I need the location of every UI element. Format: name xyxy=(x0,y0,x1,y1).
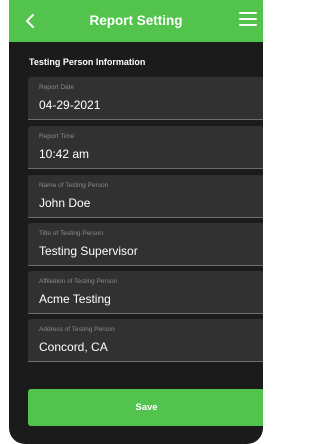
menu-button[interactable] xyxy=(239,12,257,30)
hamburger-menu-icon xyxy=(239,12,257,26)
testing-person-address-field[interactable]: Address of Testing Person Concord, CA xyxy=(28,319,263,362)
save-button[interactable]: Save xyxy=(28,389,263,426)
field-value: John Doe xyxy=(39,196,91,210)
back-button[interactable] xyxy=(19,10,41,32)
field-label: Address of Testing Person xyxy=(39,326,115,333)
testing-person-affiliation-field[interactable]: Affiliation of Testing Person Acme Testi… xyxy=(28,271,263,314)
chevron-left-icon xyxy=(26,14,34,28)
section-title: Testing Person Information xyxy=(29,57,146,67)
field-value: Concord, CA xyxy=(39,340,108,354)
field-label: Report Date xyxy=(39,84,75,91)
field-label: Report Time xyxy=(39,133,75,140)
field-label: Name of Testing Person xyxy=(39,182,109,189)
app-header: Report Setting xyxy=(9,0,263,42)
field-value: 10:42 am xyxy=(39,147,90,161)
page-title: Report Setting xyxy=(89,13,183,28)
app-screen: Report Setting Testing Person Informatio… xyxy=(9,0,263,444)
field-value: Testing Supervisor xyxy=(39,244,138,258)
field-value: Acme Testing xyxy=(39,292,111,306)
report-date-field[interactable]: Report Date 04-29-2021 xyxy=(28,77,263,120)
testing-person-title-field[interactable]: Title of Testing Person Testing Supervis… xyxy=(28,223,263,266)
field-label: Title of Testing Person xyxy=(39,230,103,237)
field-value: 04-29-2021 xyxy=(39,98,101,112)
testing-person-name-field[interactable]: Name of Testing Person John Doe xyxy=(28,175,263,218)
report-time-field[interactable]: Report Time 10:42 am xyxy=(28,126,263,169)
field-label: Affiliation of Testing Person xyxy=(39,278,118,285)
